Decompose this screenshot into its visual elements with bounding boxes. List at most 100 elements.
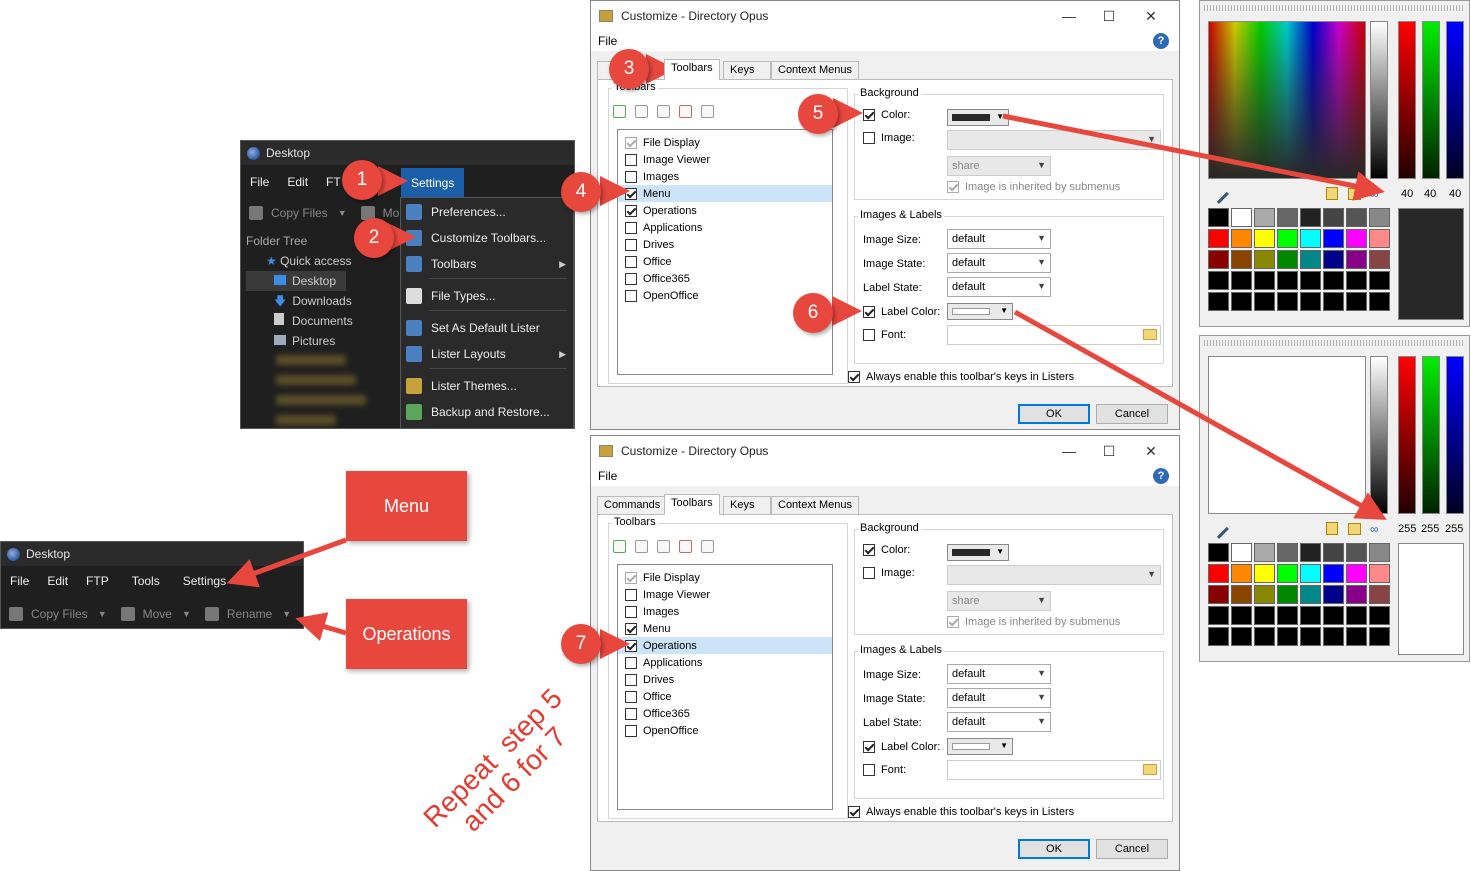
luminance-slider[interactable] bbox=[1370, 356, 1388, 514]
image-combo[interactable]: ▼ bbox=[947, 130, 1161, 150]
chevron-down-icon[interactable]: ▼ bbox=[338, 208, 347, 218]
tab-context-menus[interactable]: Context Menus bbox=[771, 496, 859, 515]
font-field[interactable] bbox=[947, 325, 1161, 345]
list-item[interactable]: Menu bbox=[625, 620, 832, 637]
image-size-combo[interactable]: default ▼ bbox=[947, 229, 1051, 249]
checkbox[interactable] bbox=[625, 588, 637, 601]
minimize-icon[interactable]: — bbox=[1059, 443, 1079, 459]
menu-item-file-types[interactable]: File Types... bbox=[401, 285, 573, 307]
tab-context-menus[interactable]: Context Menus bbox=[771, 61, 859, 80]
color-palette[interactable] bbox=[1208, 543, 1390, 646]
checkbox[interactable] bbox=[625, 170, 637, 183]
menu-tools[interactable]: Tools bbox=[118, 574, 174, 588]
image-size-combo[interactable]: default ▼ bbox=[947, 664, 1051, 684]
tree-item-desktop[interactable]: Desktop bbox=[246, 271, 346, 291]
image-checkbox[interactable]: Image: bbox=[863, 567, 915, 579]
list-item[interactable]: Office365 bbox=[625, 270, 832, 287]
list-item-operations[interactable]: Operations bbox=[618, 637, 832, 654]
list-item[interactable]: Images bbox=[625, 603, 832, 620]
checkbox[interactable] bbox=[625, 221, 637, 234]
menu-file[interactable]: File bbox=[241, 175, 278, 189]
drag-grip[interactable] bbox=[1204, 5, 1465, 11]
minimize-icon[interactable]: — bbox=[1059, 8, 1079, 24]
menu-edit[interactable]: Edit bbox=[38, 574, 77, 588]
binoculars-icon[interactable]: ∞ bbox=[1370, 187, 1379, 201]
label-state-combo[interactable]: default ▼ bbox=[947, 277, 1051, 297]
tab-toolbars[interactable]: Toolbars bbox=[664, 59, 720, 80]
list-item[interactable]: File Display bbox=[625, 134, 832, 151]
rename-button[interactable]: Rename bbox=[227, 607, 272, 621]
color-palette[interactable] bbox=[1208, 208, 1390, 311]
checkbox[interactable] bbox=[625, 690, 637, 703]
green-slider[interactable] bbox=[1422, 21, 1440, 179]
tree-item-pictures[interactable]: Pictures bbox=[246, 331, 366, 351]
menu-file[interactable]: File bbox=[1, 574, 38, 588]
checkbox[interactable] bbox=[625, 136, 637, 149]
folder-icon[interactable] bbox=[1143, 764, 1157, 775]
tab-commands[interactable]: Commands bbox=[597, 496, 668, 515]
list-item[interactable]: Image Viewer bbox=[625, 586, 832, 603]
color-checkbox[interactable]: Color: bbox=[863, 544, 910, 556]
checkbox[interactable] bbox=[625, 724, 637, 737]
maximize-icon[interactable]: ☐ bbox=[1099, 443, 1119, 460]
copy-toolbar-icon[interactable] bbox=[635, 540, 648, 553]
ok-button[interactable]: OK bbox=[1018, 839, 1090, 859]
menu-item-backup-restore[interactable]: Backup and Restore... bbox=[401, 401, 573, 423]
eyedropper-icon[interactable] bbox=[1209, 184, 1229, 204]
paste-icon[interactable] bbox=[1326, 522, 1338, 535]
folder-icon[interactable] bbox=[1348, 188, 1361, 200]
delete-toolbar-icon[interactable] bbox=[679, 540, 692, 553]
green-slider[interactable] bbox=[1422, 356, 1440, 514]
list-item[interactable]: Office365 bbox=[625, 705, 832, 722]
font-checkbox[interactable]: Font: bbox=[863, 329, 906, 341]
menu-item-toolbars[interactable]: Toolbars ▶ bbox=[401, 253, 573, 275]
menu-ftp[interactable]: FTP bbox=[77, 574, 118, 588]
tree-item-downloads[interactable]: 🡇 Downloads bbox=[246, 291, 366, 311]
checkbox[interactable] bbox=[625, 673, 637, 686]
menu-item-lister-themes[interactable]: Lister Themes... bbox=[401, 375, 573, 397]
color-field[interactable] bbox=[1208, 21, 1366, 179]
copy-files-button[interactable]: Copy Files bbox=[31, 607, 88, 621]
new-toolbar-icon[interactable] bbox=[613, 105, 626, 118]
list-item[interactable]: Drives bbox=[625, 671, 832, 688]
chevron-down-icon[interactable]: ▼ bbox=[98, 609, 107, 619]
bg-color-picker[interactable]: ▼ bbox=[947, 109, 1009, 126]
help-icon[interactable]: ? bbox=[1153, 468, 1169, 484]
menu-item-customize-toolbars[interactable]: Customize Toolbars... bbox=[401, 227, 573, 249]
checkbox[interactable] bbox=[625, 272, 637, 285]
font-checkbox[interactable]: Font: bbox=[863, 764, 906, 776]
list-item[interactable]: Drives bbox=[625, 236, 832, 253]
image-state-combo[interactable]: default ▼ bbox=[947, 253, 1051, 273]
label-color-picker[interactable]: ▼ bbox=[947, 738, 1013, 755]
always-enable-checkbox[interactable]: Always enable this toolbar's keys in Lis… bbox=[848, 371, 1074, 383]
list-item[interactable]: Office bbox=[625, 253, 832, 270]
chevron-down-icon[interactable]: ▼ bbox=[282, 609, 291, 619]
checkbox[interactable] bbox=[625, 605, 637, 618]
blue-slider[interactable] bbox=[1446, 356, 1464, 514]
tree-item-quick-access[interactable]: ★ Quick access bbox=[246, 251, 366, 271]
menu-item-preferences[interactable]: Preferences... bbox=[401, 201, 573, 223]
color-field[interactable] bbox=[1208, 356, 1366, 514]
checkbox[interactable] bbox=[625, 622, 637, 635]
list-item[interactable]: Applications bbox=[625, 654, 832, 671]
paste-icon[interactable] bbox=[1326, 187, 1338, 200]
drag-grip[interactable] bbox=[1204, 340, 1465, 346]
list-item[interactable]: OpenOffice bbox=[625, 722, 832, 739]
share-combo[interactable]: share ▼ bbox=[947, 591, 1051, 611]
cancel-button[interactable]: Cancel bbox=[1096, 404, 1168, 424]
red-slider[interactable] bbox=[1398, 356, 1416, 514]
label-color-checkbox[interactable]: Label Color: bbox=[863, 741, 940, 753]
delete-toolbar-icon[interactable] bbox=[679, 105, 692, 118]
folder-icon[interactable] bbox=[1348, 523, 1361, 535]
list-item[interactable]: Operations bbox=[625, 202, 832, 219]
close-icon[interactable]: ✕ bbox=[1141, 443, 1161, 460]
properties-toolbar-icon[interactable] bbox=[701, 540, 714, 553]
label-color-picker[interactable]: ▼ bbox=[947, 303, 1013, 320]
luminance-slider[interactable] bbox=[1370, 21, 1388, 179]
bg-color-picker[interactable]: ▼ bbox=[947, 544, 1009, 561]
list-item-menu[interactable]: Menu bbox=[618, 185, 832, 202]
maximize-icon[interactable]: ☐ bbox=[1099, 8, 1119, 25]
blue-slider[interactable] bbox=[1446, 21, 1464, 179]
checkbox[interactable] bbox=[625, 187, 637, 200]
close-icon[interactable]: ✕ bbox=[1141, 8, 1161, 25]
